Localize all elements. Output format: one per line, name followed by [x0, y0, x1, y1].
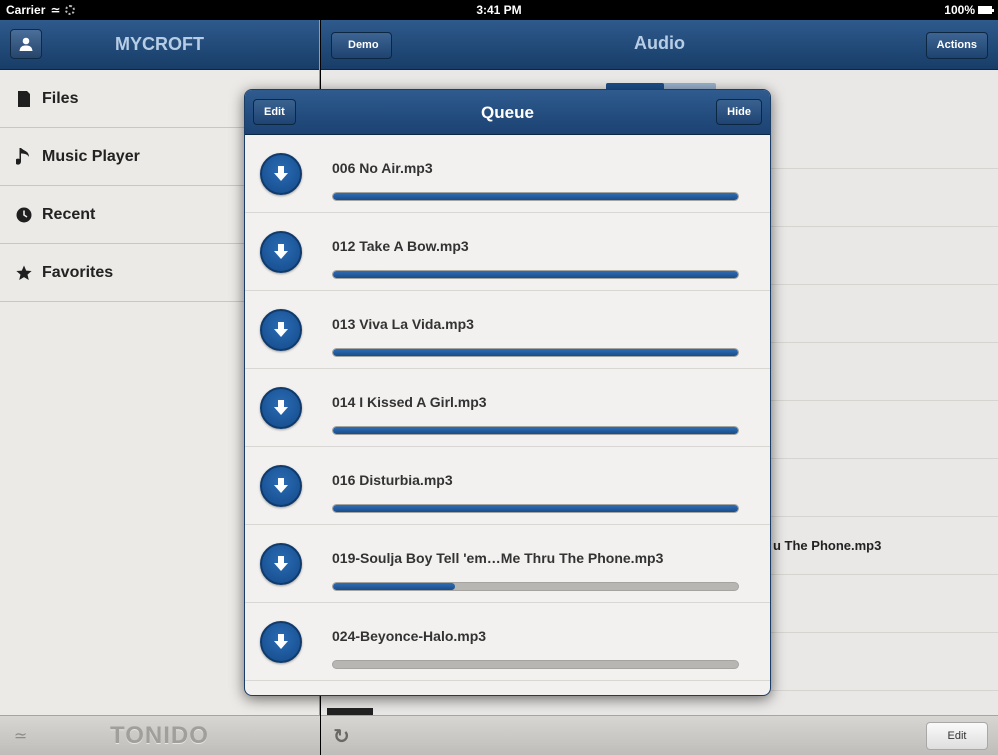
queue-item[interactable]: 016 Disturbia.mp3	[245, 447, 770, 525]
queue-item-filename: 019-Soulja Boy Tell 'em…Me Thru The Phon…	[332, 550, 664, 566]
download-progress-bar	[332, 426, 739, 435]
download-progress-fill	[333, 427, 738, 434]
battery-percent: 100%	[944, 3, 975, 17]
sidebar-item-label: Favorites	[42, 263, 114, 281]
queue-item[interactable]: 006 No Air.mp3	[245, 135, 770, 213]
queue-hide-button[interactable]: Hide	[716, 99, 762, 125]
queue-title: Queue	[481, 103, 534, 122]
refresh-icon[interactable]: ↻	[333, 724, 350, 749]
status-time: 3:41 PM	[476, 3, 522, 17]
main-header: Demo Audio Actions	[321, 20, 998, 70]
queue-header: Edit Queue Hide	[245, 90, 770, 135]
wifi-status-icon: ≃	[14, 728, 28, 745]
main-footer: ↻ Edit	[321, 715, 998, 755]
page-title: Audio	[634, 33, 685, 53]
sidebar-title: MYCROFT	[115, 34, 204, 54]
download-progress-bar	[332, 504, 739, 513]
star-icon	[14, 263, 34, 283]
list-item-filename[interactable]: u The Phone.mp3	[773, 538, 881, 553]
download-progress-fill	[333, 583, 455, 590]
download-progress-bar	[332, 660, 739, 669]
sidebar-item-label: Files	[42, 89, 79, 107]
queue-list: 006 No Air.mp3 012 Take A Bow.mp3 013 Viva…	[245, 135, 770, 681]
queue-item-filename: 016 Disturbia.mp3	[332, 472, 453, 488]
queue-item-filename: 013 Viva La Vida.mp3	[332, 316, 474, 332]
status-bar: Carrier ≃ 3:41 PM 100%	[0, 0, 998, 20]
battery-indicator: 100%	[944, 3, 994, 17]
battery-icon	[978, 6, 994, 14]
download-progress-fill	[333, 505, 738, 512]
queue-item-filename: 014 I Kissed A Girl.mp3	[332, 394, 487, 410]
music-note-icon	[14, 147, 34, 167]
download-icon[interactable]	[260, 543, 302, 585]
queue-item-filename: 006 No Air.mp3	[332, 160, 433, 176]
clock-icon	[14, 205, 34, 225]
sidebar-header: MYCROFT	[0, 20, 319, 70]
download-icon[interactable]	[260, 387, 302, 429]
download-icon[interactable]	[260, 621, 302, 663]
queue-item[interactable]: 024-Beyonce-Halo.mp3	[245, 603, 770, 681]
sidebar-item-label: Music Player	[42, 147, 140, 165]
download-progress-bar	[332, 192, 739, 201]
download-progress-fill	[333, 271, 738, 278]
download-progress-bar	[332, 582, 739, 591]
queue-popover: Edit Queue Hide 006 No Air.mp3 012 Take A…	[244, 89, 771, 696]
queue-item[interactable]: 014 I Kissed A Girl.mp3	[245, 369, 770, 447]
download-icon[interactable]	[260, 231, 302, 273]
download-progress-fill	[333, 349, 738, 356]
download-progress-bar	[332, 348, 739, 357]
download-icon[interactable]	[260, 153, 302, 195]
download-progress-bar	[332, 270, 739, 279]
file-icon	[14, 89, 34, 109]
queue-item[interactable]: 013 Viva La Vida.mp3	[245, 291, 770, 369]
download-progress-fill	[333, 193, 738, 200]
sidebar-footer: ≃ TONIDO	[0, 715, 320, 755]
queue-item[interactable]: 019-Soulja Boy Tell 'em…Me Thru The Phon…	[245, 525, 770, 603]
queue-item-filename: 012 Take A Bow.mp3	[332, 238, 469, 254]
sidebar-item-label: Recent	[42, 205, 96, 223]
queue-item-filename: 024-Beyonce-Halo.mp3	[332, 628, 487, 644]
tonido-logo: TONIDO	[110, 722, 209, 749]
actions-button[interactable]: Actions	[925, 32, 988, 59]
edit-button[interactable]: Edit	[926, 722, 988, 750]
download-icon[interactable]	[260, 465, 302, 507]
queue-item[interactable]: 012 Take A Bow.mp3	[245, 213, 770, 291]
download-icon[interactable]	[260, 309, 302, 351]
